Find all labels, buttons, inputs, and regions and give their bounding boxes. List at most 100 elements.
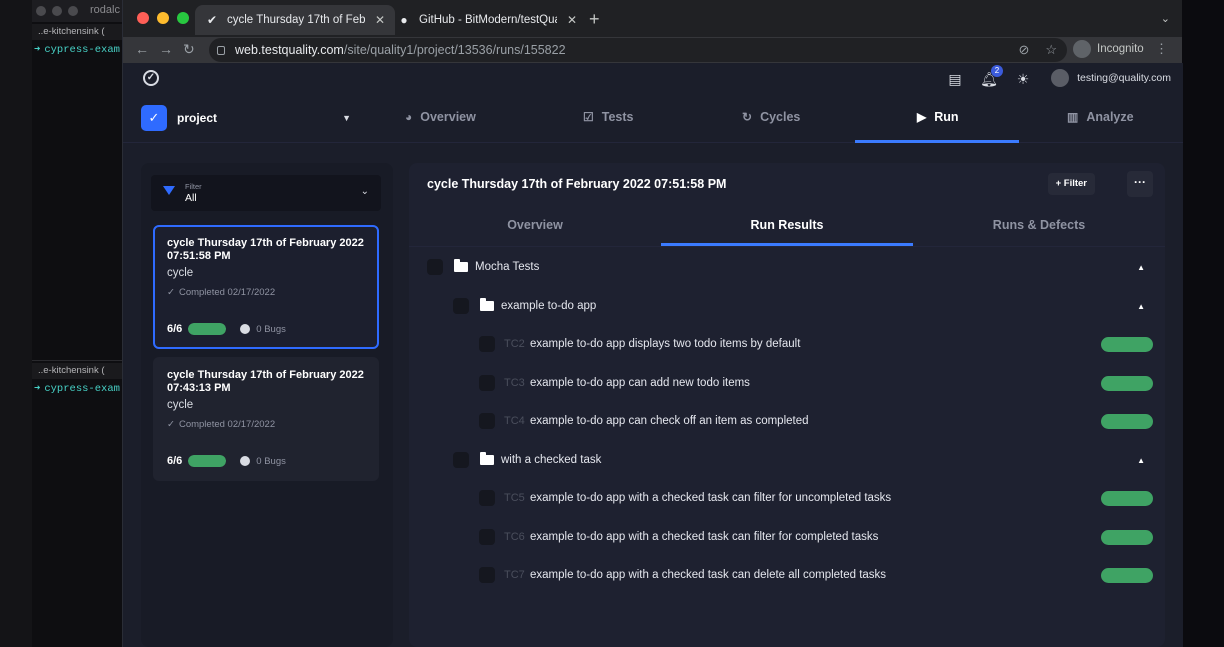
star-icon[interactable]: ☆: [1045, 42, 1057, 58]
folder-row[interactable]: with a checked task ▲: [409, 441, 1165, 479]
bug-icon: [240, 456, 251, 466]
dashboard-icon[interactable]: ▤: [945, 69, 965, 89]
window-controls[interactable]: [137, 12, 189, 24]
tab-runs-defects[interactable]: Runs & Defects: [913, 218, 1165, 232]
testquality-logo[interactable]: ✓: [143, 70, 159, 86]
row-checkbox[interactable]: [479, 336, 495, 352]
row-checkbox[interactable]: [479, 375, 495, 391]
nav-label: Cycles: [760, 110, 801, 124]
row-checkbox[interactable]: [479, 567, 495, 583]
nav-label: Overview: [420, 110, 476, 124]
cycle-status: ✓ Completed 02/17/2022: [167, 419, 276, 430]
run-panel: cycle Thursday 17th of February 2022 07:…: [409, 163, 1165, 647]
test-name: example to-do app with a checked task ca…: [530, 569, 887, 581]
reload-icon[interactable]: ↻: [183, 41, 195, 58]
browser-tab-github[interactable]: ● GitHub - BitModern/testQuality ✕: [387, 5, 587, 35]
background-terminal: rodalc ..e-kitchensink ( ➜ cypress-exam .…: [0, 0, 122, 647]
project-selector[interactable]: ✓ project ▼: [141, 105, 351, 131]
progress-label: 6/6: [167, 455, 183, 467]
nav-analyze[interactable]: ▥ Analyze: [1067, 110, 1134, 124]
run-subtabs: Overview Run Results Runs & Defects: [409, 207, 1165, 247]
terminal-window-controls[interactable]: [36, 6, 78, 16]
nav-label: Tests: [601, 110, 634, 124]
incognito-avatar: [1073, 40, 1091, 58]
test-row[interactable]: TC4 example to-do app can check off an i…: [409, 402, 1165, 440]
test-name: example to-do app can check off an item …: [530, 415, 809, 427]
collapse-icon[interactable]: ▲: [1137, 302, 1145, 311]
terminal-line-2: ➜ cypress-exam: [34, 383, 120, 395]
status-passed-badge[interactable]: [1101, 375, 1153, 391]
tab-run-results[interactable]: Run Results: [661, 218, 913, 232]
browser-menu-icon[interactable]: ⋮: [1155, 41, 1168, 57]
user-menu[interactable]: testing@quality.com: [1051, 69, 1171, 87]
nav-overview[interactable]: ◕ Overview: [405, 110, 476, 124]
filter-icon: [163, 186, 175, 195]
new-tab-icon[interactable]: +: [589, 9, 600, 30]
status-passed-badge[interactable]: [1101, 490, 1153, 506]
nav-label: Run: [934, 110, 959, 124]
forward-icon[interactable]: →: [159, 41, 173, 57]
close-window-button[interactable]: [137, 12, 149, 24]
eye-off-icon[interactable]: ⊘: [1018, 42, 1029, 58]
close-tab-icon[interactable]: ✕: [567, 13, 577, 27]
status-passed-badge[interactable]: [1101, 336, 1153, 352]
row-checkbox[interactable]: [479, 413, 495, 429]
row-checkbox[interactable]: [427, 259, 443, 275]
cycle-status: ✓ Completed 02/17/2022: [167, 287, 276, 298]
status-passed-badge[interactable]: [1101, 529, 1153, 545]
test-row[interactable]: TC2 example to-do app displays two todo …: [409, 325, 1165, 363]
row-checkbox[interactable]: [453, 452, 469, 468]
bell-icon[interactable]: 🔔︎ 2: [979, 65, 1003, 89]
terminal-tab-1[interactable]: ..e-kitchensink (: [32, 24, 122, 40]
test-id: TC7: [504, 569, 525, 581]
status-passed-badge[interactable]: [1101, 567, 1153, 583]
back-icon[interactable]: ←: [135, 41, 149, 57]
nav-cycles[interactable]: ↻ Cycles: [742, 110, 800, 124]
test-name: example to-do app can add new todo items: [530, 377, 750, 389]
more-options-button[interactable]: ···: [1127, 171, 1153, 197]
filter-button[interactable]: + Filter: [1047, 173, 1095, 195]
collapse-icon[interactable]: ▲: [1137, 456, 1145, 465]
test-row[interactable]: TC3 example to-do app can add new todo i…: [409, 364, 1165, 402]
chevron-down-icon[interactable]: ⌄: [1161, 12, 1170, 25]
active-subtab-indicator: [661, 243, 913, 246]
nav-tests[interactable]: ☑ Tests: [583, 110, 634, 124]
check-icon: ✓: [167, 419, 175, 430]
nav-run[interactable]: ▶ Run: [917, 110, 959, 124]
status-passed-badge[interactable]: [1101, 413, 1153, 429]
collapse-icon[interactable]: ▲: [1137, 263, 1145, 272]
browser-toolbar: ← → ↻ web.testquality.com/site/quality1/…: [123, 37, 1182, 63]
folder-row-root[interactable]: Mocha Tests ▲: [409, 248, 1165, 286]
tab-title: GitHub - BitModern/testQuality: [419, 14, 557, 26]
nav-label: Analyze: [1086, 110, 1134, 124]
cycle-card[interactable]: cycle Thursday 17th of February 2022 07:…: [153, 225, 379, 349]
address-bar[interactable]: web.testquality.com/site/quality1/projec…: [209, 38, 1067, 62]
row-checkbox[interactable]: [453, 298, 469, 314]
tab-bar: ✔ cycle Thursday 17th of February ✕ ● Gi…: [123, 0, 1182, 37]
check-circle-icon: ✔: [206, 13, 218, 27]
folder-row[interactable]: example to-do app ▲: [409, 287, 1165, 325]
refresh-icon: ↻: [742, 110, 753, 124]
test-row[interactable]: TC6 example to-do app with a checked tas…: [409, 518, 1165, 556]
cycle-title: cycle Thursday 17th of February 2022 07:…: [167, 237, 364, 262]
browser-tab-testquality[interactable]: ✔ cycle Thursday 17th of February ✕: [195, 5, 396, 35]
maximize-window-button[interactable]: [177, 12, 189, 24]
incognito-indicator[interactable]: Incognito: [1073, 40, 1144, 58]
caret-down-icon: ▼: [342, 113, 351, 123]
cycle-card[interactable]: cycle Thursday 17th of February 2022 07:…: [153, 357, 379, 481]
terminal-pane-divider[interactable]: [32, 360, 122, 361]
row-checkbox[interactable]: [479, 490, 495, 506]
test-id: TC6: [504, 531, 525, 543]
filter-dropdown[interactable]: Filter All ⌄: [151, 175, 381, 211]
bug-count: 0 Bugs: [240, 456, 286, 467]
test-row[interactable]: TC7 example to-do app with a checked tas…: [409, 556, 1165, 594]
row-checkbox[interactable]: [479, 529, 495, 545]
minimize-window-button[interactable]: [157, 12, 169, 24]
close-tab-icon[interactable]: ✕: [375, 13, 385, 27]
test-name: example to-do app displays two todo item…: [530, 338, 801, 350]
tab-overview[interactable]: Overview: [409, 218, 661, 232]
sun-icon[interactable]: ☀: [1013, 69, 1033, 89]
terminal-title: rodalc: [90, 4, 120, 16]
test-row[interactable]: TC5 example to-do app with a checked tas…: [409, 479, 1165, 517]
terminal-tab-2[interactable]: ..e-kitchensink (: [32, 363, 122, 379]
